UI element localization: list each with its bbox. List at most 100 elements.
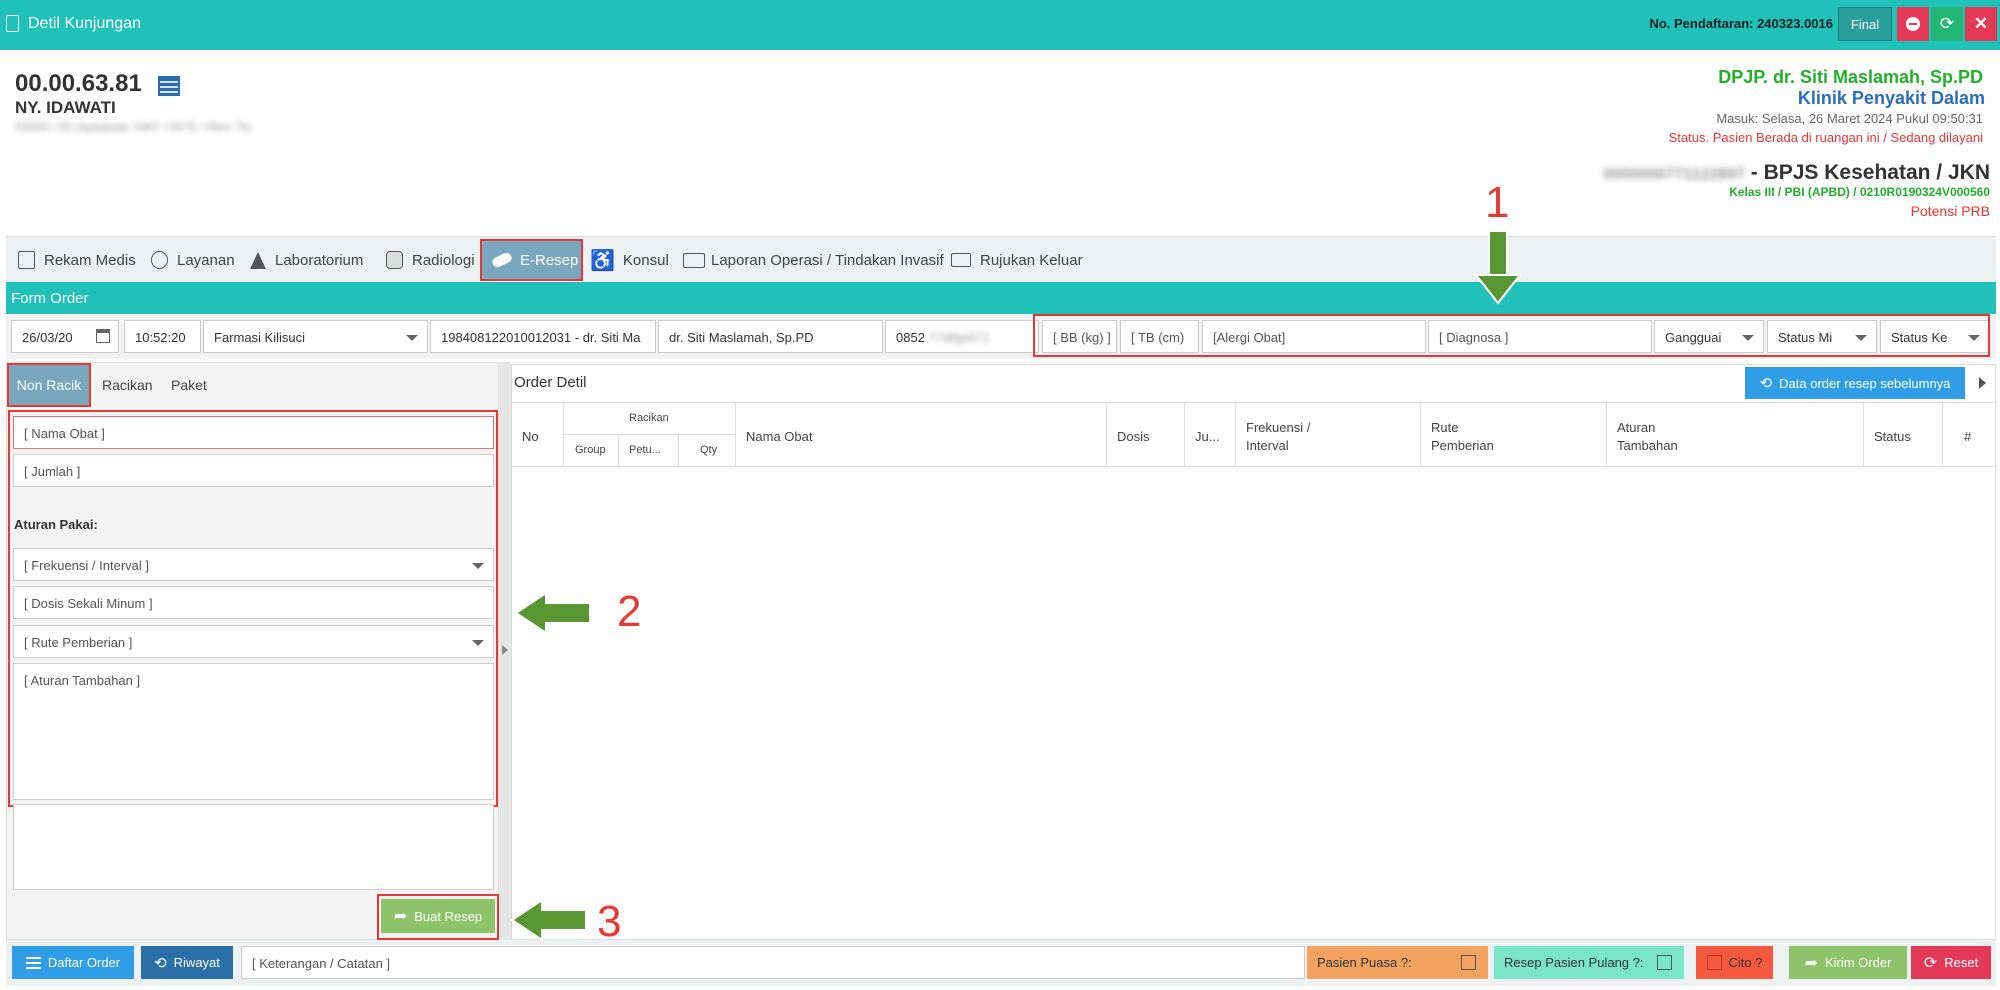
- date-value: 26/03/20: [22, 330, 73, 345]
- daftar-order-button[interactable]: Daftar Order: [12, 946, 134, 979]
- resep-pulang-label: Resep Pasien Pulang ?:: [1504, 955, 1644, 970]
- extra-textarea[interactable]: [13, 804, 494, 890]
- col-group: Group: [575, 444, 606, 456]
- tab-layanan[interactable]: Layanan: [151, 237, 235, 283]
- form-order-header: Form Order: [6, 282, 1996, 314]
- col-jumlah: Ju...: [1195, 429, 1220, 444]
- chevron-down-icon: [406, 335, 418, 341]
- dosis-input[interactable]: [ Dosis Sekali Minum ]: [13, 586, 494, 619]
- entry-time: Masuk: Selasa, 26 Maret 2024 Pukul 09:50…: [1716, 111, 1983, 126]
- col-divider: [1863, 403, 1864, 467]
- tab-e-resep[interactable]: E-Resep: [480, 239, 583, 281]
- list-icon: [25, 956, 41, 969]
- close-icon: ✕: [1973, 14, 1989, 33]
- annotation-number-1: 1: [1485, 178, 1510, 227]
- refresh-button[interactable]: ⟳: [1931, 7, 1963, 41]
- annotation-number-2: 2: [617, 587, 642, 636]
- farmasi-select[interactable]: Farmasi Kilisuci: [203, 320, 428, 353]
- table-header: No Racikan Group Petu... Qty Nama Obat D…: [512, 402, 1995, 468]
- tab-label: Laboratorium: [275, 251, 364, 269]
- tab-radiologi[interactable]: Radiologi: [386, 237, 475, 283]
- col-divider: [1942, 403, 1943, 467]
- keterangan-input[interactable]: [ Keterangan / Catatan ]: [241, 946, 1305, 979]
- tab-label: E-Resep: [520, 251, 579, 269]
- reset-label: Reset: [1944, 955, 1979, 970]
- aturan-tambahan-textarea[interactable]: [ Aturan Tambahan ]: [13, 663, 494, 800]
- col-rute-1: Rute: [1431, 420, 1459, 435]
- doctor-input[interactable]: dr. Siti Maslamah, Sp.PD: [658, 320, 883, 353]
- col-dosis: Dosis: [1117, 429, 1150, 444]
- frekuensi-select[interactable]: [ Frekuensi / Interval ]: [13, 548, 494, 581]
- annotation-arrow-left: [514, 591, 591, 635]
- refresh-icon: ⟳: [1923, 954, 1938, 972]
- footer-bar: Daftar Order ⟲ Riwayat [ Keterangan / Cat…: [6, 940, 1996, 986]
- annotation-arrow-down: [1474, 231, 1522, 305]
- wheelchair-icon: ♿: [590, 249, 615, 272]
- chevron-right-icon: [502, 645, 508, 655]
- date-input[interactable]: 26/03/20: [11, 320, 119, 353]
- chevron-down-icon: [472, 640, 484, 646]
- annotation-arrow-left: [510, 898, 587, 942]
- insurance-name: - BPJS Kesehatan / JKN: [1744, 161, 1990, 184]
- annotation-box-1: [1033, 314, 1990, 357]
- insurance-class: Kelas III / PBI (APBD) / 0210R0190324V00…: [1729, 185, 1990, 199]
- puasa-checkbox[interactable]: [1461, 955, 1476, 970]
- col-racikan: Racikan: [629, 412, 669, 424]
- document-icon: [6, 15, 19, 32]
- chevron-right-icon[interactable]: [1979, 377, 1986, 389]
- time-input[interactable]: 10:52:20: [124, 320, 201, 353]
- col-action: #: [1964, 429, 1972, 444]
- pasien-puasa-toggle[interactable]: Pasien Puasa ?:: [1307, 946, 1488, 979]
- phone-value: 0852: [896, 330, 925, 345]
- nama-obat-input[interactable]: [ Nama Obat ]: [13, 416, 494, 449]
- document-icon: [18, 251, 35, 269]
- final-button[interactable]: Final: [1838, 7, 1892, 41]
- prev-order-button[interactable]: ⟲ Data order resep sebelumnya: [1745, 367, 1965, 399]
- non-racik-pane: Non Racik Racikan Paket [ Nama Obat ] [ …: [6, 362, 499, 940]
- rute-select[interactable]: [ Rute Pemberian ]: [13, 625, 494, 658]
- list-icon[interactable]: [158, 76, 180, 96]
- close-button[interactable]: ✕: [1965, 7, 1997, 41]
- tab-rekam-medis[interactable]: Rekam Medis: [18, 237, 136, 283]
- patient-detail-blurred: 00000 / 00 (Aptaitstar 1967 / 0075 / Rbm…: [15, 120, 252, 134]
- tab-laboratorium[interactable]: Laboratorium: [250, 237, 363, 283]
- subtab-non-racik[interactable]: Non Racik: [7, 363, 91, 407]
- cito-toggle[interactable]: Cito ?: [1696, 946, 1773, 979]
- kirim-order-button[interactable]: ➦ Kirim Order: [1789, 946, 1907, 979]
- col-divider: [678, 435, 679, 468]
- subtab-paket[interactable]: Paket: [171, 363, 207, 407]
- chevron-down-icon: [472, 563, 484, 569]
- phone-input[interactable]: 0852 7798pt471: [885, 320, 1039, 353]
- minus-circle-icon: [1906, 17, 1920, 31]
- tab-rujukan-keluar[interactable]: Rujukan Keluar: [951, 237, 1083, 283]
- subtab-label: Non Racik: [16, 377, 82, 393]
- col-divider: [618, 435, 619, 468]
- reset-button[interactable]: ⟳ Reset: [1911, 946, 1991, 979]
- col-rute-2: Pemberian: [1431, 438, 1494, 453]
- doctor-nip-input[interactable]: 198408122010012031 - dr. Siti Ma: [430, 320, 656, 353]
- col-petu: Petu...: [629, 444, 661, 456]
- visit-status: Status. Pasien Berada di ruangan ini / S…: [1668, 130, 1983, 145]
- tab-laporan-operasi[interactable]: Laporan Operasi / Tindakan Invasif: [683, 237, 944, 283]
- newspaper-icon: [683, 252, 705, 268]
- title-bar: Detil Kunjungan No. Pendaftaran: 240323.…: [0, 0, 2000, 50]
- minimize-button[interactable]: [1897, 7, 1929, 41]
- cito-checkbox[interactable]: [1706, 955, 1722, 970]
- registration-number: No. Pendaftaran: 240323.0016: [1649, 16, 1833, 31]
- col-aturan-2: Tambahan: [1617, 438, 1678, 453]
- resep-pulang-toggle[interactable]: Resep Pasien Pulang ?:: [1494, 946, 1684, 979]
- riwayat-button[interactable]: ⟲ Riwayat: [141, 946, 233, 979]
- order-detil-title: Order Detil: [514, 374, 587, 391]
- flask-icon: [250, 251, 266, 269]
- prev-order-label: Data order resep sebelumnya: [1779, 375, 1951, 391]
- pane-splitter[interactable]: [499, 362, 511, 940]
- window-title: Detil Kunjungan: [28, 15, 141, 32]
- jumlah-input[interactable]: [ Jumlah ]: [13, 454, 494, 487]
- rute-value: [ Rute Pemberian ]: [24, 635, 133, 650]
- tab-konsul[interactable]: ♿ Konsul: [590, 237, 669, 283]
- pulang-checkbox[interactable]: [1657, 955, 1672, 970]
- col-qty: Qty: [700, 444, 718, 456]
- share-icon: ➦: [393, 908, 408, 925]
- buat-resep-button[interactable]: ➦ Buat Resep: [381, 899, 495, 933]
- subtab-racikan[interactable]: Racikan: [102, 363, 153, 407]
